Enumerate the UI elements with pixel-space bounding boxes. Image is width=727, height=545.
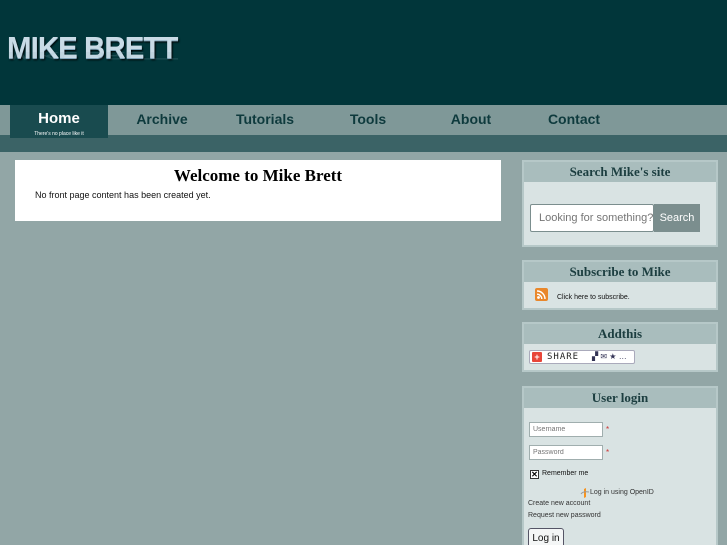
plus-icon: + xyxy=(532,352,542,362)
remember-me-checkbox[interactable]: ✕ xyxy=(530,470,539,479)
rss-icon[interactable] xyxy=(535,288,548,301)
addthis-block: Addthis + SHARE ▞ ✉ ★ … xyxy=(522,322,718,372)
share-button[interactable]: + SHARE ▞ ✉ ★ … xyxy=(529,350,635,364)
main-content: Welcome to Mike Brett No front page cont… xyxy=(15,160,501,221)
username-field[interactable] xyxy=(529,422,603,437)
search-block: Search Mike's site Search xyxy=(522,160,718,247)
nav-item-contact[interactable]: Contact xyxy=(525,105,623,135)
nav-item-tutorials[interactable]: Tutorials xyxy=(216,105,314,135)
site-header: MIKE BRETT MIKE BRETT xyxy=(0,0,727,105)
login-block: User login * * ✕ Remember me Log in usin… xyxy=(522,386,718,545)
nav-item-archive[interactable]: Archive xyxy=(113,105,211,135)
nav-item-tools[interactable]: Tools xyxy=(319,105,417,135)
subscribe-block-title: Subscribe to Mike xyxy=(524,262,716,282)
site-logo-reflection: MIKE BRETT xyxy=(7,49,178,62)
nav-item-about[interactable]: About xyxy=(422,105,520,135)
addthis-block-title: Addthis xyxy=(524,324,716,344)
required-mark: * xyxy=(606,448,610,457)
openid-login-link[interactable]: Log in using OpenID xyxy=(590,489,654,496)
subscribe-link[interactable]: Click here to subscribe. xyxy=(557,294,630,301)
search-block-title: Search Mike's site xyxy=(524,162,716,182)
required-mark: * xyxy=(606,425,610,434)
nav-tagline: There's no place like it xyxy=(34,131,84,137)
request-password-link[interactable]: Request new password xyxy=(528,512,601,519)
create-account-link[interactable]: Create new account xyxy=(528,500,590,507)
nav-subbar xyxy=(0,135,727,152)
search-input[interactable] xyxy=(530,204,654,232)
page-body-text: No front page content has been created y… xyxy=(35,190,211,200)
page-title: Welcome to Mike Brett xyxy=(173,166,343,185)
password-field[interactable] xyxy=(529,445,603,460)
share-label: SHARE xyxy=(547,352,580,362)
subscribe-block: Subscribe to Mike Click here to subscrib… xyxy=(522,260,718,310)
remember-me-label: Remember me xyxy=(542,470,589,477)
openid-icon xyxy=(580,488,590,498)
login-block-title: User login xyxy=(524,388,716,408)
share-services-icons: ▞ ✉ ★ … xyxy=(592,352,627,361)
search-button[interactable]: Search xyxy=(654,204,700,232)
login-button[interactable]: Log in xyxy=(528,528,564,545)
